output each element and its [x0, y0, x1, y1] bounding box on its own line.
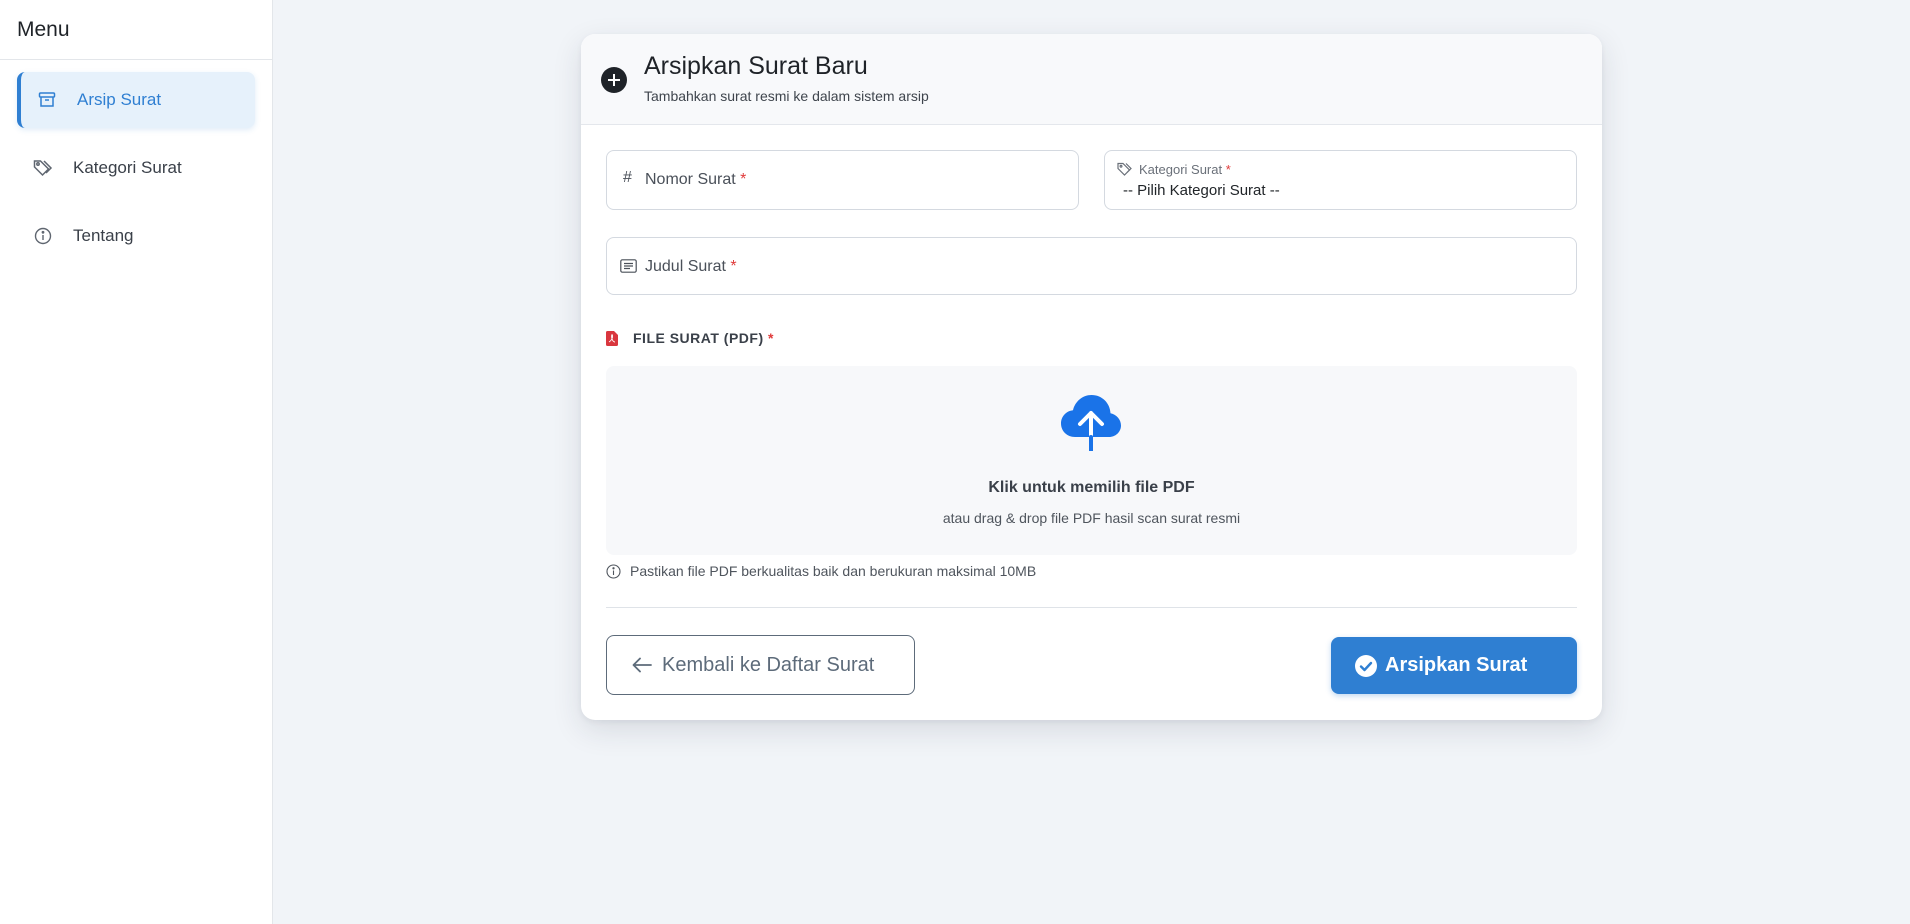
kategori-surat-label: Kategori Surat * — [1139, 162, 1231, 177]
hash-icon: # — [623, 169, 632, 186]
main-content: Arsipkan Surat Baru Tambahkan surat resm… — [273, 0, 1910, 924]
info-icon — [606, 563, 621, 579]
kategori-selected-value: -- Pilih Kategori Surat -- — [1123, 182, 1280, 199]
back-to-list-button[interactable]: Kembali ke Daftar Surat — [606, 635, 915, 695]
judul-surat-field[interactable]: Judul Surat * — [606, 237, 1577, 295]
sidebar-item-label: Arsip Surat — [77, 90, 162, 109]
sidebar-title: Menu — [0, 0, 272, 60]
dropzone-subtitle: atau drag & drop file PDF hasil scan sur… — [942, 510, 1241, 526]
nomor-surat-label: Nomor Surat * — [645, 171, 747, 188]
nomor-surat-field[interactable]: # Nomor Surat * — [606, 150, 1079, 210]
sidebar-item-kategori-surat[interactable]: Kategori Surat — [17, 140, 255, 196]
sidebar-item-label: Kategori Surat — [73, 158, 182, 177]
card-header: Arsipkan Surat Baru Tambahkan surat resm… — [581, 34, 1602, 125]
archive-submit-button[interactable]: Arsipkan Surat — [1331, 637, 1577, 694]
file-surat-label: FILE SURAT (PDF) * — [606, 330, 774, 346]
plus-circle-icon — [601, 67, 627, 93]
file-hint: Pastikan file PDF berkualitas baik dan b… — [606, 563, 1036, 579]
sidebar-nav: Arsip Surat Kategori Surat Tentang — [0, 60, 272, 264]
archive-icon — [37, 90, 57, 110]
sidebar-item-tentang[interactable]: Tentang — [17, 208, 255, 264]
archive-form-card: Arsipkan Surat Baru Tambahkan surat resm… — [581, 34, 1602, 720]
kategori-surat-select[interactable]: Kategori Surat * -- Pilih Kategori Surat… — [1104, 150, 1577, 210]
tag-icon — [1117, 162, 1132, 181]
judul-surat-label: Judul Surat * — [645, 258, 737, 275]
file-pdf-icon — [606, 330, 618, 346]
check-circle-icon — [1355, 654, 1377, 677]
page-subtitle: Tambahkan surat resmi ke dalam sistem ar… — [644, 88, 929, 104]
sidebar-item-label: Tentang — [73, 226, 134, 245]
arrow-left-icon — [632, 657, 652, 673]
sidebar: Menu Arsip Surat Kategori Surat Tentang — [0, 0, 273, 924]
text-card-icon — [620, 259, 637, 278]
info-icon — [33, 226, 53, 246]
divider — [606, 607, 1577, 608]
tags-icon — [33, 158, 53, 178]
page-title: Arsipkan Surat Baru — [644, 52, 868, 80]
cloud-upload-icon — [1061, 395, 1121, 451]
pdf-dropzone[interactable]: Klik untuk memilih file PDF atau drag & … — [606, 366, 1577, 555]
dropzone-title: Klik untuk memilih file PDF — [988, 479, 1195, 496]
sidebar-item-arsip-surat[interactable]: Arsip Surat — [17, 72, 255, 128]
